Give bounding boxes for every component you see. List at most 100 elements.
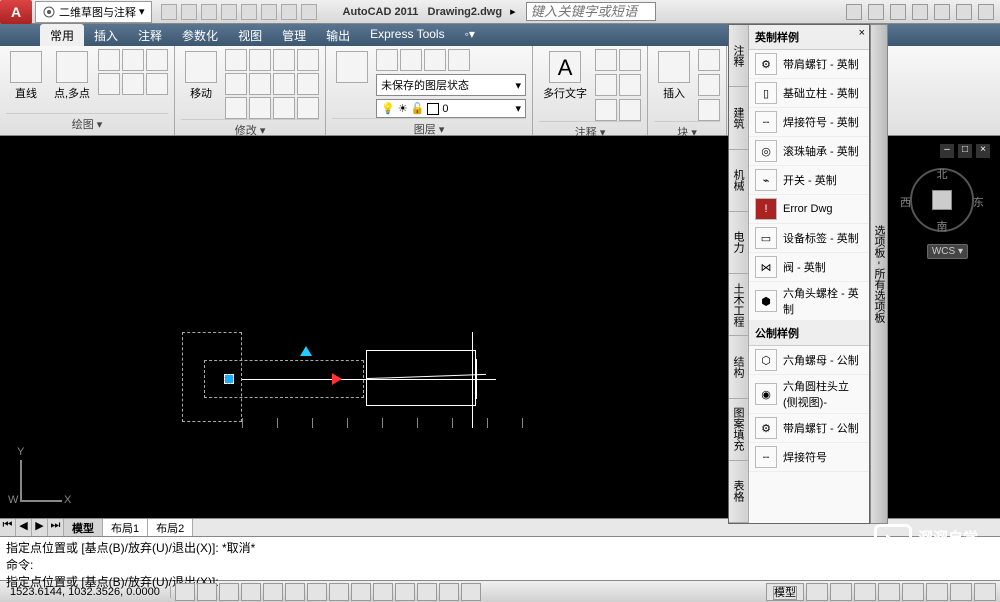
workspace-selector[interactable]: 二维草图与注释 ▾ bbox=[35, 1, 152, 23]
fillet-icon[interactable] bbox=[249, 73, 271, 95]
palette-item[interactable]: ╌焊接符号 - 英制 bbox=[749, 108, 869, 137]
line-button[interactable]: 直线 bbox=[6, 49, 46, 103]
vc-close-icon[interactable]: × bbox=[976, 144, 990, 158]
new-icon[interactable] bbox=[161, 4, 177, 20]
create-block-icon[interactable] bbox=[698, 49, 720, 71]
layer-freeze-icon[interactable] bbox=[376, 49, 398, 71]
ptab-elec[interactable]: 电力 bbox=[729, 212, 748, 274]
ptab-mech[interactable]: 机械 bbox=[729, 150, 748, 212]
palette-item[interactable]: ▭设备标签 - 英制 bbox=[749, 224, 869, 253]
polyline-icon[interactable] bbox=[98, 49, 120, 71]
ptab-hatch[interactable]: 图案填充 bbox=[729, 399, 748, 461]
layer-off-icon[interactable] bbox=[424, 49, 446, 71]
coordinates-readout[interactable]: 1523.6144, 1032.3526, 0.0000 bbox=[0, 586, 171, 598]
help-icon[interactable] bbox=[912, 4, 928, 20]
wcs-button[interactable]: WCS ▾ bbox=[927, 244, 968, 259]
offset-icon[interactable] bbox=[297, 73, 319, 95]
palette-item[interactable]: ⬡六角螺母 - 公制 bbox=[749, 346, 869, 375]
dropdown-icon[interactable] bbox=[619, 74, 641, 96]
vc-min-icon[interactable]: – bbox=[940, 144, 954, 158]
stretch-icon[interactable] bbox=[273, 97, 295, 119]
ptab-civil[interactable]: 土木工程 bbox=[729, 274, 748, 336]
tab-layout1[interactable]: 布局1 bbox=[103, 519, 148, 536]
move-button[interactable]: 移动 bbox=[181, 49, 221, 103]
tab-layout2[interactable]: 布局2 bbox=[148, 519, 193, 536]
ptab-struct[interactable]: 结构 bbox=[729, 336, 748, 398]
compass-icon[interactable]: 北 南 东 西 bbox=[910, 168, 974, 232]
palette-item[interactable]: ⚙带肩螺钉 - 公制 bbox=[749, 414, 869, 443]
palette-close-icon[interactable]: × bbox=[859, 27, 865, 39]
palette-item[interactable]: ◉六角圆柱头立(侧视图)- bbox=[749, 375, 869, 414]
play-icon[interactable]: ▸ bbox=[510, 5, 516, 18]
tab-prev-icon[interactable]: ◀ bbox=[16, 519, 32, 536]
ellipse-icon[interactable] bbox=[122, 73, 144, 95]
point-button[interactable]: 点,多点 bbox=[50, 49, 94, 103]
mirror-icon[interactable] bbox=[225, 73, 247, 95]
tab-insert[interactable]: 插入 bbox=[84, 24, 128, 46]
tab-output[interactable]: 输出 bbox=[316, 24, 360, 46]
command-line[interactable]: 指定点位置或 [基点(B)/放弃(U)/退出(X)]: *取消* 命令: 指定点… bbox=[0, 536, 1000, 580]
palette-item[interactable]: ◎滚珠轴承 - 英制 bbox=[749, 137, 869, 166]
grip-base[interactable] bbox=[224, 374, 234, 384]
saveas-icon[interactable] bbox=[221, 4, 237, 20]
app-menu-button[interactable]: A bbox=[0, 0, 32, 24]
explode-icon[interactable] bbox=[273, 73, 295, 95]
palette-item[interactable]: ╌焊接符号 bbox=[749, 443, 869, 472]
leader-icon[interactable] bbox=[595, 74, 617, 96]
tab-next-icon[interactable]: ▶ bbox=[32, 519, 48, 536]
tab-annotate[interactable]: 注释 bbox=[128, 24, 172, 46]
tab-last-icon[interactable]: ⏭ bbox=[48, 519, 64, 536]
search-input[interactable] bbox=[526, 2, 656, 21]
tab-first-icon[interactable]: ⏮ bbox=[0, 519, 16, 536]
grip-rotate[interactable] bbox=[300, 346, 312, 356]
tab-express[interactable]: Express Tools bbox=[360, 24, 454, 46]
tab-model[interactable]: 模型 bbox=[64, 519, 103, 536]
insert-button[interactable]: 插入 bbox=[654, 49, 694, 103]
redo-icon[interactable] bbox=[281, 4, 297, 20]
grip-stretch[interactable] bbox=[332, 373, 342, 385]
save-icon[interactable] bbox=[201, 4, 217, 20]
minimize-icon[interactable] bbox=[934, 4, 950, 20]
layer-current-combo[interactable]: 💡☀🔓 0▾ bbox=[376, 99, 526, 118]
layer-props-button[interactable] bbox=[332, 49, 372, 85]
palette-item[interactable]: ⋈阀 - 英制 bbox=[749, 253, 869, 282]
attr-icon[interactable] bbox=[698, 99, 720, 121]
search-go-icon[interactable] bbox=[846, 4, 862, 20]
ptab-annot[interactable]: 注释 bbox=[729, 25, 748, 87]
palette-item[interactable]: ⬢六角头螺栓 - 英制 bbox=[749, 282, 869, 321]
palette-item[interactable]: ⚙带肩螺钉 - 英制 bbox=[749, 50, 869, 79]
palette-item[interactable]: ⌁开关 - 英制 bbox=[749, 166, 869, 195]
trim-icon[interactable] bbox=[273, 49, 295, 71]
palette-item[interactable]: ▯基础立柱 - 英制 bbox=[749, 79, 869, 108]
close-icon[interactable] bbox=[978, 4, 994, 20]
tab-view[interactable]: 视图 bbox=[228, 24, 272, 46]
tab-expand-icon[interactable]: ◦▾ bbox=[455, 24, 485, 46]
vc-rest-icon[interactable]: □ bbox=[958, 144, 972, 158]
tab-home[interactable]: 常用 bbox=[40, 24, 84, 46]
hatch-icon[interactable] bbox=[146, 73, 168, 95]
ptab-table[interactable]: 表格 bbox=[729, 461, 748, 523]
maximize-icon[interactable] bbox=[956, 4, 972, 20]
chamfer-icon[interactable] bbox=[297, 97, 319, 119]
palette-item[interactable]: !Error Dwg bbox=[749, 195, 869, 224]
edit-block-icon[interactable] bbox=[698, 74, 720, 96]
exchange-icon[interactable] bbox=[868, 4, 884, 20]
undo-icon[interactable] bbox=[261, 4, 277, 20]
open-icon[interactable] bbox=[181, 4, 197, 20]
tool-palettes-bar[interactable]: 选项板 - 所有选项板 bbox=[870, 24, 888, 524]
rect-icon[interactable] bbox=[98, 73, 120, 95]
arc-icon[interactable] bbox=[146, 49, 168, 71]
print-icon[interactable] bbox=[301, 4, 317, 20]
dropdown-icon[interactable] bbox=[619, 99, 641, 121]
ptab-arch[interactable]: 建筑 bbox=[729, 87, 748, 149]
array-icon[interactable] bbox=[249, 97, 271, 119]
rotate-icon[interactable] bbox=[249, 49, 271, 71]
tab-manage[interactable]: 管理 bbox=[272, 24, 316, 46]
layer-lock-icon[interactable] bbox=[400, 49, 422, 71]
layer-state-combo[interactable]: 未保存的图层状态▾ bbox=[376, 74, 526, 96]
erase-icon[interactable] bbox=[297, 49, 319, 71]
star-icon[interactable] bbox=[890, 4, 906, 20]
scale-icon[interactable] bbox=[225, 97, 247, 119]
layer-iso-icon[interactable] bbox=[448, 49, 470, 71]
mtext-button[interactable]: A多行文字 bbox=[539, 49, 591, 103]
